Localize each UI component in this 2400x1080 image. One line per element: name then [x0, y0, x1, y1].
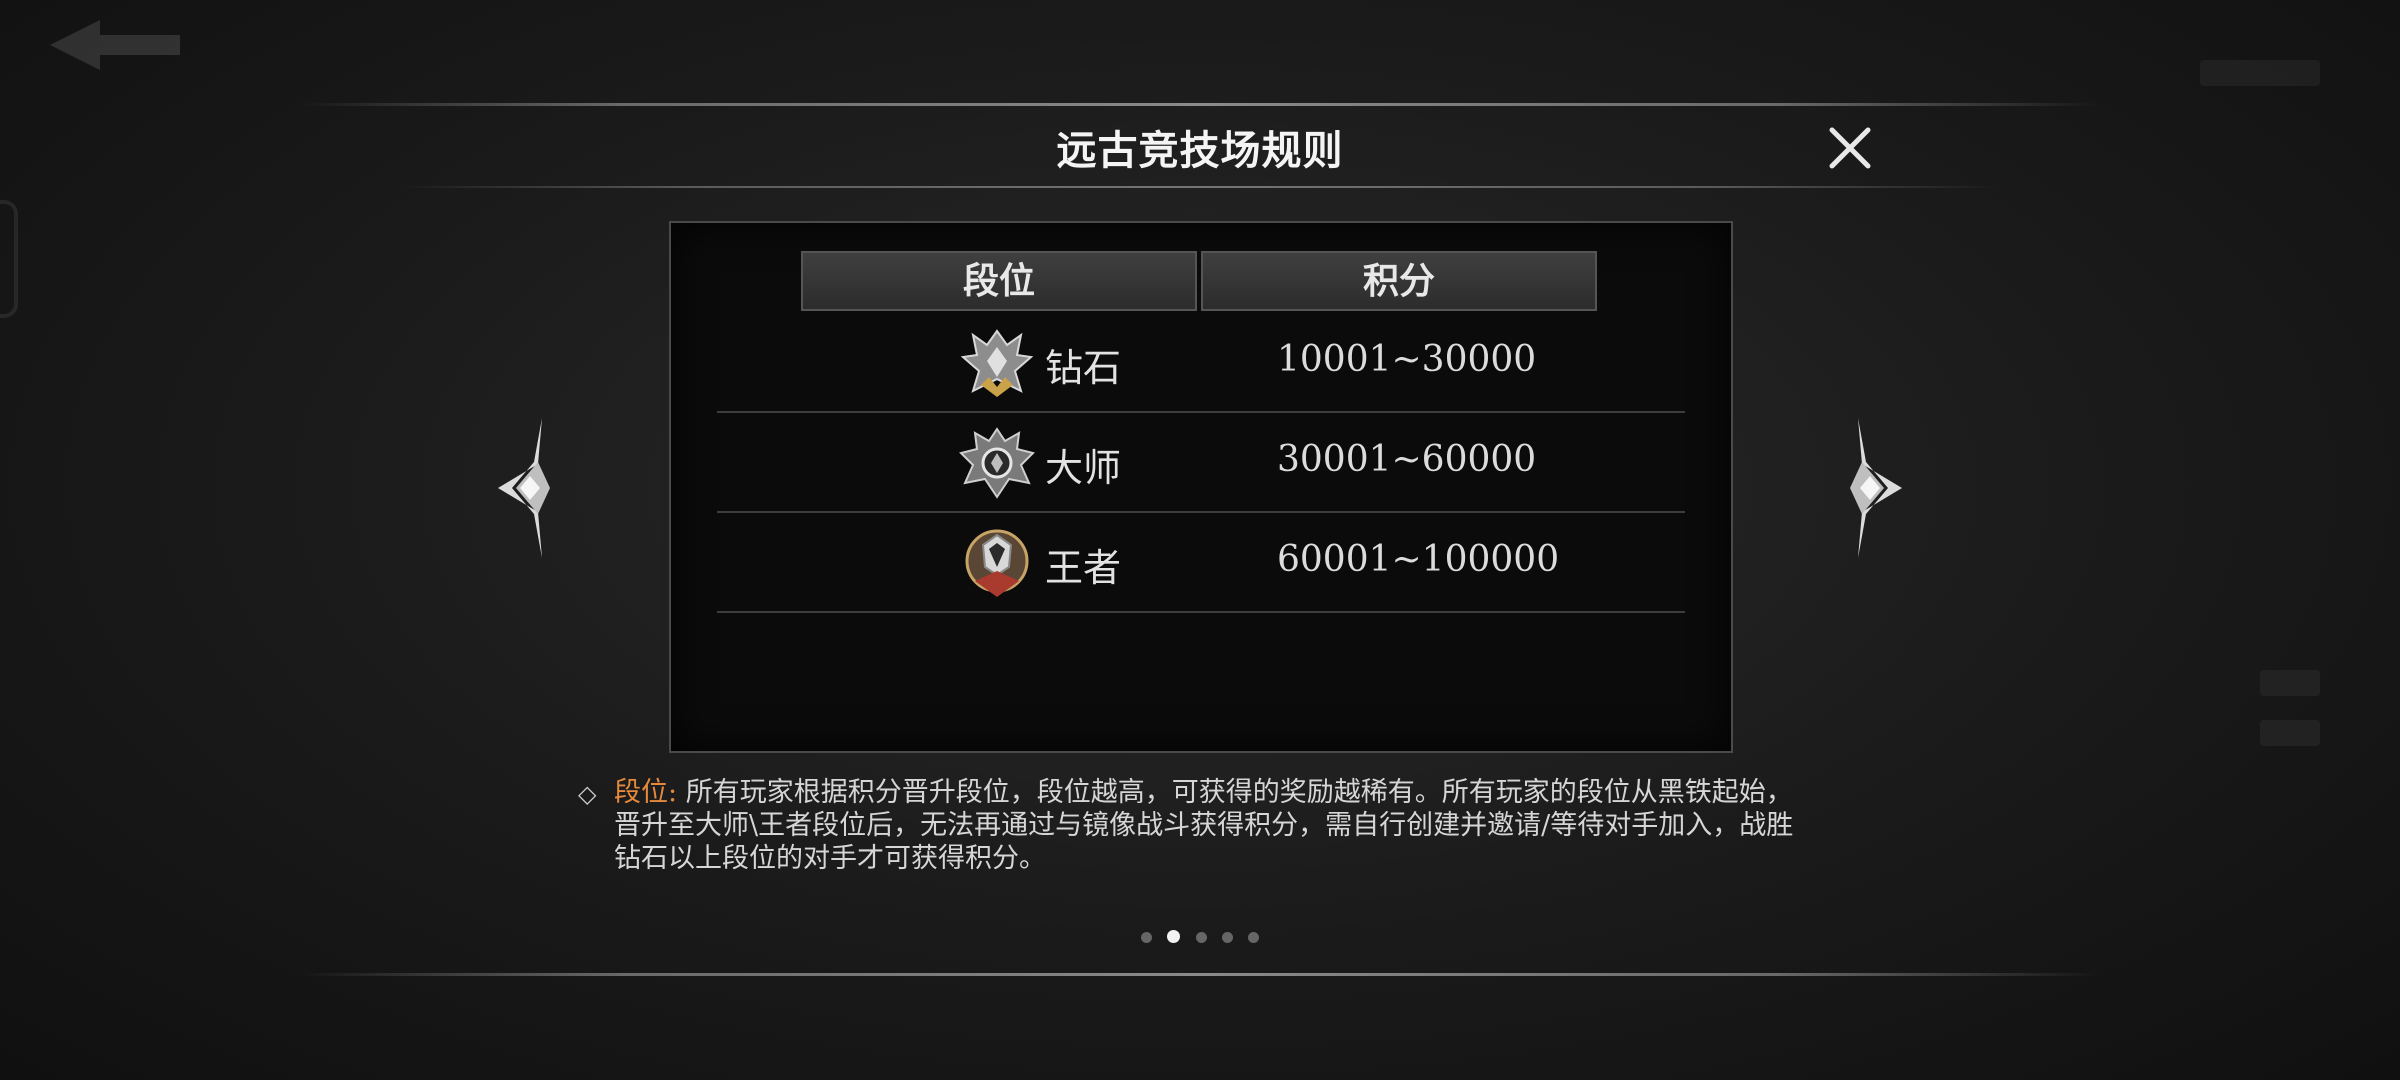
left-arrow-icon — [498, 418, 550, 558]
rank-name: 王者 — [1045, 546, 1122, 590]
column-header-score: 积分 — [1201, 251, 1597, 311]
description-label: 段位: — [614, 777, 678, 808]
master-rank-icon — [959, 427, 1035, 499]
page-indicator — [300, 928, 2100, 947]
rank-table: 段位 积分 钻石 10001~30000 大师 30001~60000 王者 6… — [669, 221, 1733, 753]
table-row: 钻石 10001~30000 — [717, 311, 1685, 413]
background-sidebar — [0, 200, 200, 1060]
page-dot[interactable] — [1141, 932, 1153, 943]
diamond-rank-icon — [959, 327, 1035, 399]
description-body: 所有玩家根据积分晋升段位，段位越高，可获得的奖励越稀有。所有玩家的段位从黑铁起始… — [614, 777, 1794, 874]
title-divider — [400, 186, 2000, 188]
column-header-rank: 段位 — [801, 251, 1197, 311]
bottom-divider — [300, 973, 2100, 976]
rank-score: 30001~60000 — [1277, 439, 1537, 480]
next-page-button[interactable] — [1830, 418, 1910, 558]
rank-description: ◇ 段位: 所有玩家根据积分晋升段位，段位越高，可获得的奖励越稀有。所有玩家的段… — [578, 776, 1818, 875]
rank-name: 大师 — [1045, 446, 1122, 490]
close-button[interactable] — [1820, 118, 1880, 178]
rank-score: 60001~100000 — [1277, 539, 1560, 580]
prev-page-button[interactable] — [490, 418, 570, 558]
right-arrow-icon — [1850, 418, 1902, 558]
background-right-panel — [2140, 40, 2400, 940]
king-rank-icon — [959, 527, 1035, 599]
top-divider — [300, 103, 2100, 106]
page-dot[interactable] — [1247, 932, 1259, 943]
page-dot-active[interactable] — [1167, 930, 1181, 943]
arena-rules-dialog: 远古竞技场规则 段位 积分 钻石 10001~30000 大师 30001~60… — [300, 100, 2100, 980]
page-dot[interactable] — [1195, 932, 1207, 943]
rank-name: 钻石 — [1045, 346, 1122, 390]
table-row: 王者 60001~100000 — [717, 511, 1685, 613]
table-row: 大师 30001~60000 — [717, 411, 1685, 513]
back-arrow-icon — [40, 15, 190, 75]
close-icon — [1829, 127, 1871, 169]
rank-score: 10001~30000 — [1277, 339, 1537, 380]
diamond-bullet-icon: ◇ — [578, 780, 597, 808]
page-dot[interactable] — [1221, 932, 1233, 943]
description-text: 段位: 所有玩家根据积分晋升段位，段位越高，可获得的奖励越稀有。所有玩家的段位从… — [614, 776, 1818, 875]
